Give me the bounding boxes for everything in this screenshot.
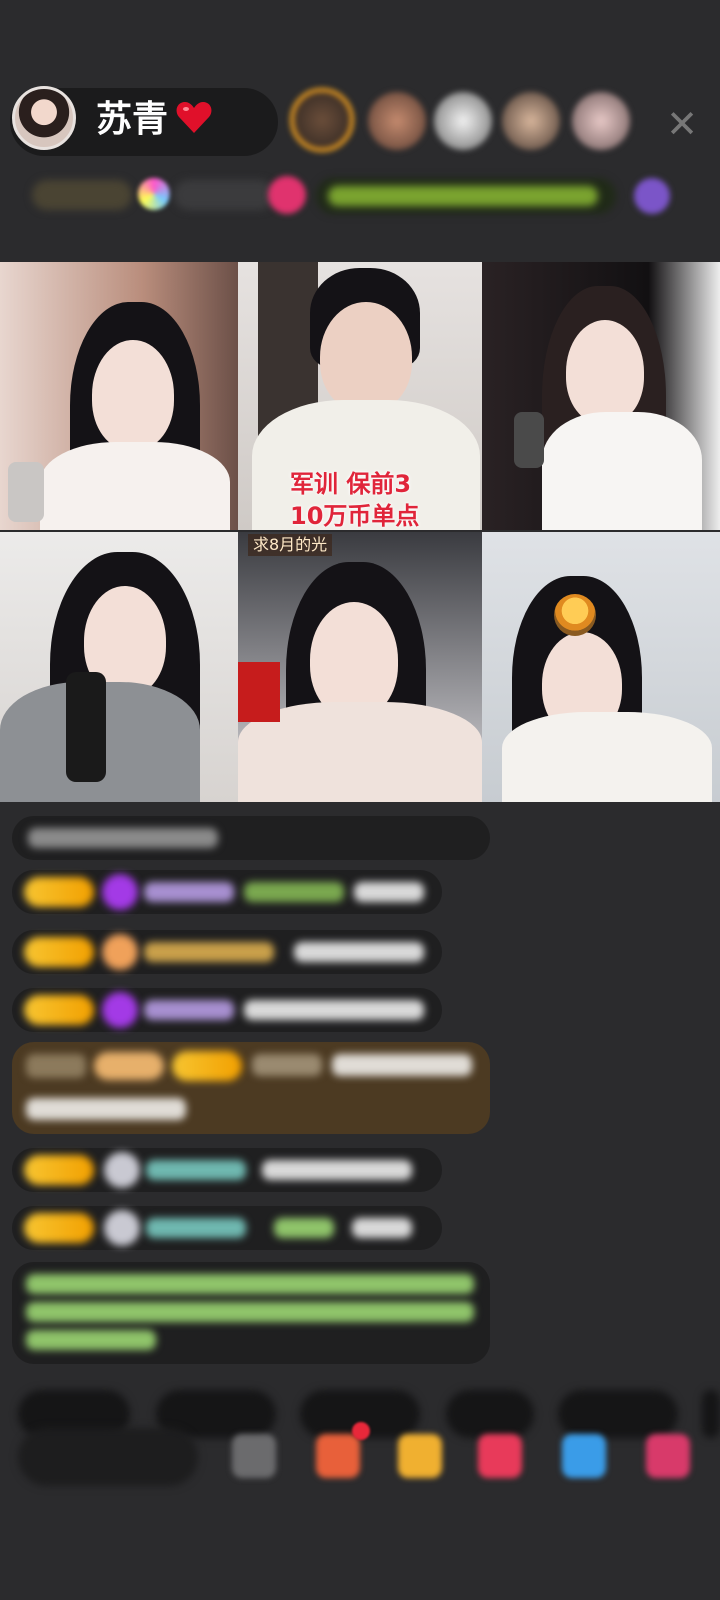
more-icon[interactable]: [646, 1434, 690, 1478]
gem-icon: [102, 874, 138, 910]
badge-icon-6: [634, 178, 670, 214]
chat-highlight-message[interactable]: [12, 1042, 490, 1134]
overlay-text-line2: 10万币单点: [290, 502, 420, 530]
comment-input[interactable]: [18, 1428, 198, 1486]
video-cell-2[interactable]: 军训 保前3 10万币单点: [238, 262, 482, 530]
chat-message-1[interactable]: [12, 870, 442, 914]
level-badge: [24, 937, 94, 967]
microphone: [66, 672, 106, 782]
quick-reply-4[interactable]: [446, 1390, 534, 1438]
lucky-bag-icon[interactable]: [398, 1434, 442, 1478]
badge-icon-2: [138, 178, 170, 210]
video-cell-1[interactable]: [0, 262, 238, 530]
quick-reply-5[interactable]: [558, 1390, 678, 1438]
user-avatar: [104, 1210, 140, 1246]
notification-dot: [352, 1422, 370, 1440]
chat-message-5[interactable]: [12, 1206, 442, 1250]
video-cell-3[interactable]: [482, 262, 720, 530]
close-icon[interactable]: ✕: [662, 104, 702, 144]
microphone: [8, 462, 44, 522]
level-badge: [24, 995, 94, 1025]
chat-system-message: [12, 816, 490, 860]
host-avatar[interactable]: [12, 86, 76, 150]
game-icon[interactable]: [562, 1434, 606, 1478]
microphone: [514, 412, 544, 468]
burger-sticker: [554, 594, 596, 636]
tag-label: 求8月的光: [248, 534, 333, 556]
red-packet-icon[interactable]: [478, 1434, 522, 1478]
red-bag: [238, 662, 280, 722]
chat-message-3[interactable]: [12, 988, 442, 1032]
user-avatar: [104, 1152, 140, 1188]
video-cell-5[interactable]: 求8月的光: [238, 532, 482, 802]
badge-3[interactable]: [174, 180, 274, 210]
viewer-avatar-5[interactable]: [572, 92, 630, 150]
badge-row: [18, 172, 698, 218]
chat-message-2[interactable]: [12, 930, 442, 974]
heart-icon: [176, 102, 212, 133]
quick-reply-6[interactable]: [702, 1390, 720, 1438]
viewer-avatar-2[interactable]: [368, 92, 426, 150]
video-cell-6[interactable]: [482, 532, 720, 802]
level-badge: [24, 877, 94, 907]
badge-5-text: [328, 186, 598, 206]
badge-1[interactable]: [32, 180, 132, 210]
viewer-avatar-1[interactable]: [290, 88, 354, 152]
emoji-icon[interactable]: [232, 1434, 276, 1478]
level-badge: [172, 1051, 242, 1081]
fan-icon: [102, 934, 138, 970]
chat-message-4[interactable]: [12, 1148, 442, 1192]
gift-icon[interactable]: [316, 1434, 360, 1478]
overlay-text-line1: 军训 保前3: [290, 470, 412, 498]
level-badge: [24, 1213, 94, 1243]
gem-icon: [102, 992, 138, 1028]
viewer-avatar-3[interactable]: [434, 92, 492, 150]
viewer-avatar-4[interactable]: [502, 92, 560, 150]
host-name: 苏青: [96, 99, 169, 140]
level-badge: [24, 1155, 94, 1185]
badge-icon-4: [268, 176, 306, 214]
chat-announcement: [12, 1262, 490, 1364]
video-cell-4[interactable]: [0, 532, 238, 802]
